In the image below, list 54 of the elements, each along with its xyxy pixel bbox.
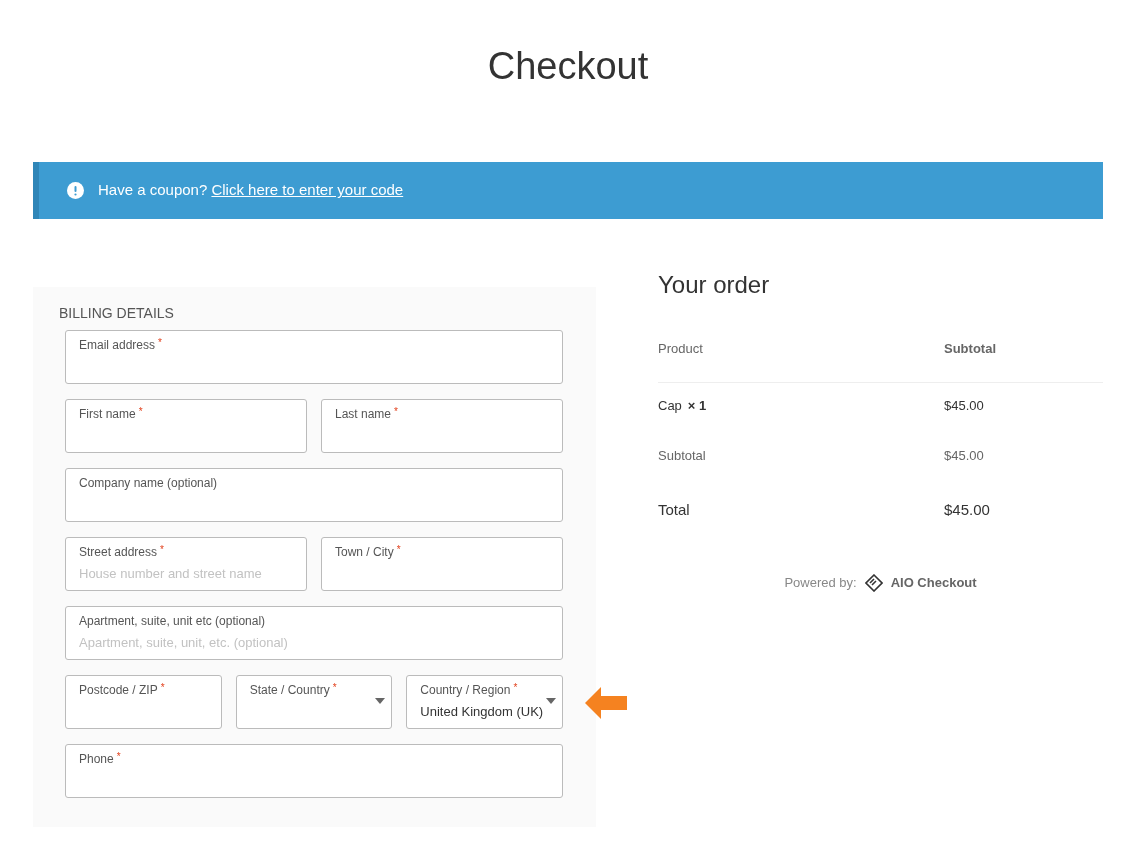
input-field[interactable]: Street address * House number and street name bbox=[65, 537, 307, 591]
required-mark: * bbox=[160, 682, 165, 694]
powered-by-label: Powered by: bbox=[784, 574, 857, 592]
required-mark: * bbox=[160, 544, 164, 556]
field-label: Country / Region bbox=[420, 682, 511, 698]
select-field[interactable]: State / Country * bbox=[235, 675, 393, 729]
input-field[interactable]: Postcode / ZIP * bbox=[65, 675, 222, 729]
field-label: First name bbox=[79, 406, 136, 422]
select-field[interactable]: Country / Region * United Kingdom (UK) bbox=[406, 675, 563, 729]
required-mark: * bbox=[513, 682, 518, 694]
input-field[interactable]: Email address * bbox=[65, 330, 563, 384]
field-label: Street address bbox=[79, 544, 158, 560]
order-amount: $45.00 bbox=[944, 397, 984, 416]
input-field[interactable]: Town / City * bbox=[321, 537, 563, 591]
required-mark: * bbox=[396, 544, 401, 556]
field-label: State / Country bbox=[249, 682, 330, 698]
field-label: Email address bbox=[79, 337, 156, 353]
page-title: Checkout bbox=[486, 44, 650, 89]
brand-name: AIO Checkout bbox=[890, 574, 977, 592]
required-mark: * bbox=[394, 406, 398, 418]
required-mark: * bbox=[116, 751, 121, 763]
required-mark: * bbox=[138, 406, 143, 418]
billing-heading: BILLING DETAILS bbox=[59, 304, 175, 323]
tag-icon bbox=[864, 573, 883, 592]
caret-icon bbox=[546, 698, 556, 704]
field-label: Phone bbox=[79, 751, 114, 767]
input-field[interactable]: Apartment, suite, unit etc (optional) Apartment, suite, unit, etc. (optional) bbox=[65, 606, 563, 660]
placeholder-text: House number and street name bbox=[79, 565, 263, 583]
order-label: Total bbox=[658, 499, 691, 520]
caret-icon bbox=[375, 698, 386, 704]
input-field[interactable]: First name * bbox=[65, 399, 307, 453]
input-field[interactable]: Company name (optional) bbox=[65, 468, 563, 522]
order-amount: $45.00 bbox=[944, 499, 990, 520]
order-label: Cap bbox=[658, 397, 682, 416]
quantity: × 1 bbox=[687, 397, 707, 416]
placeholder-text: Apartment, suite, unit, etc. (optional) bbox=[79, 634, 289, 652]
column-header: Product bbox=[658, 340, 704, 358]
arrow-icon bbox=[585, 687, 627, 719]
order-label: Subtotal bbox=[658, 447, 707, 466]
input-field[interactable]: Last name * bbox=[321, 399, 563, 453]
required-mark: * bbox=[332, 682, 337, 694]
field-label: Apartment, suite, unit etc (optional) bbox=[79, 613, 266, 629]
field-value: United Kingdom (UK) bbox=[420, 703, 545, 721]
order-amount: $45.00 bbox=[944, 447, 984, 466]
field-label: Town / City bbox=[335, 544, 394, 560]
field-label: Postcode / ZIP bbox=[79, 682, 158, 698]
field-label: Company name (optional) bbox=[79, 475, 218, 491]
field-label: Last name bbox=[335, 406, 392, 422]
exclamation-icon bbox=[67, 182, 84, 199]
column-header: Subtotal bbox=[944, 340, 996, 358]
input-field[interactable]: Phone * bbox=[65, 744, 563, 798]
coupon-message: Have a coupon? Click here to enter your code bbox=[98, 180, 404, 201]
order-heading: Your order bbox=[658, 270, 771, 300]
required-mark: * bbox=[158, 337, 162, 349]
